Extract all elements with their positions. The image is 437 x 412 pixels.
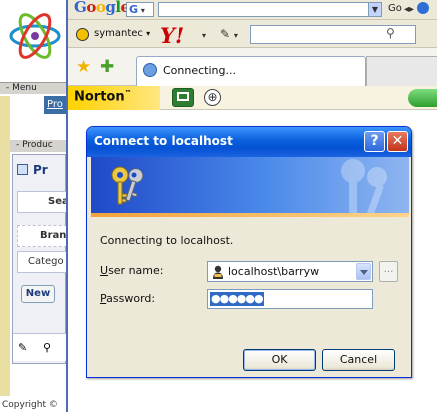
yahoo-toolbar: symantec ▾ Y! ▾ ✎ ▾ ⚲: [68, 20, 437, 48]
dialog-banner: [91, 157, 409, 213]
password-value: ●●●●●●: [210, 292, 264, 306]
pencil-icon[interactable]: ✎ ▾: [220, 27, 238, 41]
google-go-button[interactable]: Go: [388, 3, 402, 14]
edit-icon[interactable]: ✎: [18, 341, 27, 354]
google-menu-button[interactable]: G ▾: [126, 2, 154, 17]
password-label: Password:: [100, 292, 155, 305]
symantec-menu[interactable]: symantec ▾: [94, 28, 150, 39]
norton-monitor-icon[interactable]: [172, 88, 194, 107]
connect-dialog: Connect to localhost ? ✕ Connecting to l…: [86, 126, 412, 378]
brand-field[interactable]: Bran: [17, 225, 66, 247]
globe-icon[interactable]: ⊕: [204, 89, 221, 106]
connecting-message: Connecting to localhost.: [100, 234, 234, 247]
add-favorite-icon[interactable]: ✚: [100, 57, 114, 77]
username-value: localhost\barryw: [228, 265, 320, 278]
list-icon: [17, 164, 28, 175]
yahoo-logo[interactable]: Y!: [160, 23, 184, 48]
chevron-down-icon: ▾: [138, 6, 145, 15]
ie-page-icon: [143, 63, 157, 77]
product-panel: Pr Sea Bran Catego New ✎ ⚲: [12, 154, 66, 364]
keys-watermark-icon: [341, 159, 387, 213]
dialog-title: Connect to localhost: [94, 134, 233, 148]
help-button[interactable]: ?: [364, 131, 385, 152]
google-letter: g: [105, 0, 116, 16]
new-button[interactable]: New: [21, 285, 55, 303]
product-panel-title: Pr: [17, 163, 48, 177]
google-letter: o: [95, 0, 106, 16]
tab-bar: ★ ✚ Connecting...: [68, 48, 437, 86]
symantec-label: symantec: [94, 28, 143, 39]
product-title-text: Pr: [33, 163, 48, 177]
arrow-icons[interactable]: ◂▸: [404, 2, 430, 15]
site-logo-icon: [9, 13, 61, 59]
username-label: User name:: [100, 264, 163, 277]
menu-tab-pro[interactable]: Pro: [44, 96, 66, 114]
favorites-star-icon[interactable]: ★: [76, 57, 91, 77]
norton-logo-text: Norton: [74, 89, 125, 105]
google-logo[interactable]: Google: [74, 0, 130, 16]
keys-icon: [111, 166, 144, 205]
category-field[interactable]: Catego: [17, 251, 66, 273]
symantec-icon[interactable]: [76, 28, 89, 41]
password-label-text: assword:: [106, 292, 156, 305]
username-accel: U: [100, 264, 109, 277]
norton-toolbar: Norton™ ⊕: [68, 86, 437, 110]
tab-label: Connecting...: [163, 64, 236, 77]
ok-button[interactable]: OK: [243, 349, 316, 371]
background-web-page: - Menu Pro - Produc Pr Sea Bran Catego N…: [0, 0, 66, 412]
google-letter: o: [86, 0, 96, 16]
search-icon[interactable]: ⚲: [43, 341, 51, 354]
search-icon[interactable]: ⚲: [386, 26, 395, 40]
tab-connecting[interactable]: Connecting...: [136, 56, 366, 86]
panel-tools: ✎ ⚲: [13, 333, 66, 361]
globe-icon[interactable]: [417, 2, 430, 14]
new-tab-button[interactable]: [366, 56, 437, 86]
banner-accent-line: [91, 213, 409, 217]
chevron-down-icon[interactable]: [356, 263, 371, 280]
password-field[interactable]: ●●●●●●: [207, 289, 373, 309]
product-header[interactable]: - Produc: [10, 140, 66, 152]
norton-logo[interactable]: Norton™: [68, 86, 160, 110]
browse-users-button[interactable]: ...: [379, 261, 398, 282]
google-menu-label: G: [129, 3, 139, 16]
close-button[interactable]: ✕: [387, 131, 408, 152]
username-label-text: ser name:: [108, 264, 164, 277]
chevron-down-icon[interactable]: ▼: [368, 2, 382, 17]
norton-tm: ™: [124, 89, 132, 97]
chevron-down-icon[interactable]: ▾: [202, 31, 206, 40]
copyright-text: Copyright ©: [2, 400, 58, 410]
user-icon: [213, 265, 223, 279]
google-toolbar: Google G ▾ ▼ Go ◂▸: [68, 0, 437, 20]
cancel-button[interactable]: Cancel: [322, 349, 395, 371]
chevron-down-icon: ▾: [146, 29, 151, 38]
page-side-strip: [0, 96, 10, 396]
username-combo[interactable]: localhost\barryw: [207, 261, 373, 282]
google-letter: G: [74, 0, 87, 16]
search-field[interactable]: Sea: [17, 191, 66, 213]
google-search-input[interactable]: [158, 2, 382, 17]
norton-status-indicator[interactable]: [408, 89, 437, 107]
menu-header[interactable]: - Menu: [0, 82, 66, 94]
dialog-title-bar[interactable]: Connect to localhost ? ✕: [87, 127, 411, 157]
